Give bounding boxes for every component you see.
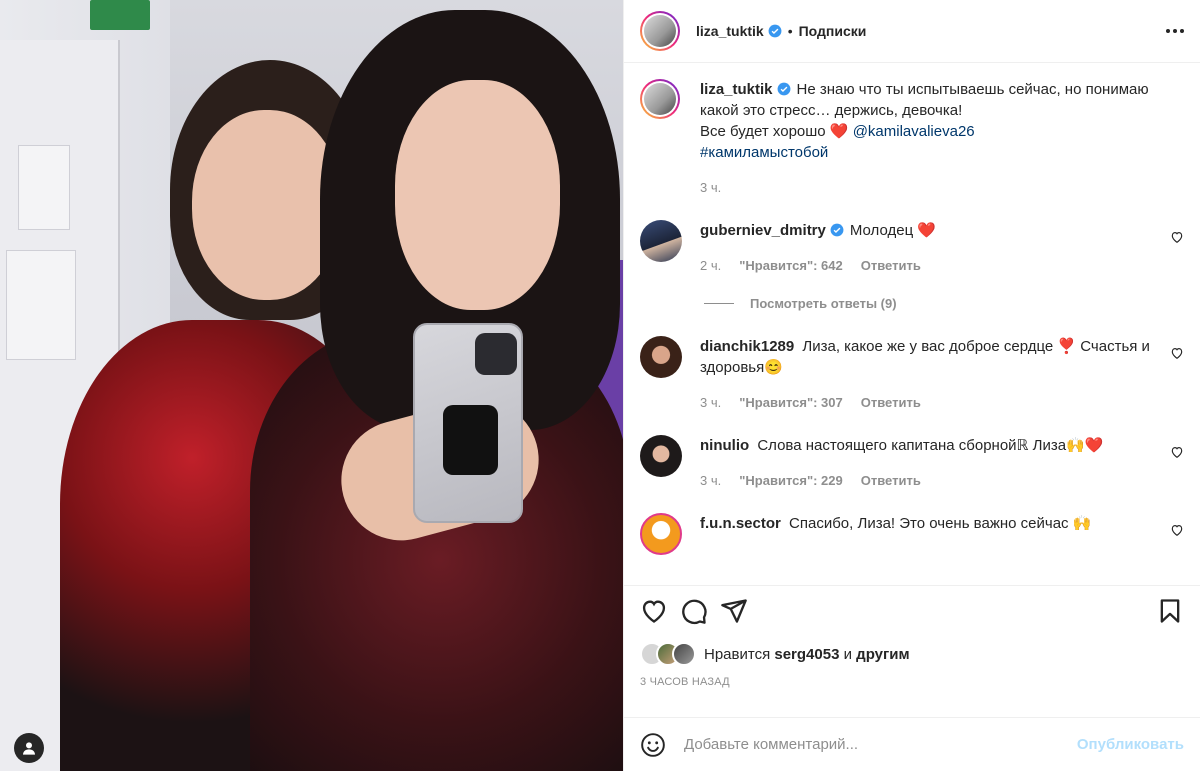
heart-emoji: ❤️ [917, 222, 937, 239]
comment-item: f.u.n.sector Спасибо, Лиза! Это очень ва… [640, 513, 1184, 555]
smartphone [413, 323, 523, 523]
comments-list[interactable]: liza_tuktik Не знаю что ты испытываешь се… [624, 63, 1200, 585]
like-comment-heart-icon[interactable] [1170, 445, 1184, 459]
emoji-smile-icon[interactable] [640, 732, 666, 758]
comment-username[interactable]: ninulio [700, 437, 749, 454]
commenter-avatar[interactable] [640, 513, 682, 555]
comment-likes[interactable]: "Нравится": 229 [739, 470, 843, 491]
comment-time[interactable]: 3 ч. [700, 392, 721, 413]
likes-prefix: Нравится [704, 645, 771, 663]
comment-likes[interactable]: "Нравится": 642 [739, 255, 843, 276]
hashtag-link[interactable]: #камиламыстобой [700, 144, 828, 161]
comment-item: ninulio Слова настоящего капитана сборно… [640, 435, 1184, 491]
post-caption: liza_tuktik Не знаю что ты испытываешь се… [640, 79, 1184, 198]
liker-username[interactable]: serg4053 [774, 646, 839, 663]
add-comment-bar: Опубликовать [624, 717, 1200, 771]
following-button[interactable]: Подписки [799, 23, 867, 39]
author-username[interactable]: liza_tuktik [696, 23, 764, 39]
post-side-panel: liza_tuktik • Подписки liza_tuktik Не зна… [623, 0, 1200, 771]
reply-button[interactable]: Ответить [861, 392, 921, 413]
likes-summary: Нравится serg4053 и другим [640, 640, 1184, 668]
mention-link[interactable]: @kamilavalieva26 [853, 123, 975, 140]
post-actions: Нравится serg4053 и другим 3 ЧАСОВ НАЗАД [624, 585, 1200, 717]
wall-notice [6, 250, 76, 360]
replies-divider [704, 303, 734, 304]
like-comment-heart-icon[interactable] [1170, 230, 1184, 244]
commenter-avatar[interactable] [640, 435, 682, 477]
post-photo[interactable] [0, 0, 623, 771]
like-comment-heart-icon[interactable] [1170, 346, 1184, 360]
person-right-face [395, 80, 560, 310]
reply-button[interactable]: Ответить [861, 255, 921, 276]
view-replies-label: Посмотреть ответы (9) [750, 296, 897, 311]
publish-button[interactable]: Опубликовать [1077, 736, 1184, 753]
reply-button[interactable]: Ответить [861, 470, 921, 491]
save-bookmark-icon[interactable] [1156, 597, 1184, 625]
heart-emoji: ❤️ [829, 123, 849, 140]
post-header: liza_tuktik • Подписки [624, 0, 1200, 63]
liker-avatars[interactable] [640, 642, 696, 666]
caption-time[interactable]: 3 ч. [700, 177, 721, 198]
caption-username[interactable]: liza_tuktik [700, 81, 773, 98]
phone-camera [475, 333, 517, 375]
commenter-avatar[interactable] [640, 220, 682, 262]
more-options-icon[interactable] [1166, 29, 1184, 33]
caption-text: Все будет хорошо [700, 123, 826, 140]
verified-icon [777, 82, 790, 96]
verified-icon [830, 223, 844, 237]
comment-username[interactable]: f.u.n.sector [700, 515, 781, 532]
comment-time[interactable]: 2 ч. [700, 255, 721, 276]
share-paper-plane-icon[interactable] [720, 597, 748, 625]
caption-text: какой это стресс… держись, девочка! [700, 102, 963, 119]
wall-notice [18, 145, 70, 230]
likes-middle: и [843, 645, 852, 663]
comment-text: Спасибо, Лиза! Это очень важно сейчас 🙌 [789, 515, 1092, 532]
caption-text: Не знаю что ты испытываешь сейчас, но по… [796, 81, 1149, 98]
like-comment-heart-icon[interactable] [1170, 523, 1184, 537]
comment-username[interactable]: dianchik1289 [700, 338, 794, 355]
comment-bubble-icon[interactable] [680, 597, 708, 625]
like-heart-icon[interactable] [640, 597, 668, 625]
comment-text: Слова настоящего капитана сборнойℝ Лиза🙌… [757, 437, 1104, 454]
user-icon [23, 742, 35, 755]
comment-item: guberniev_dmitry Молодец ❤️ 2 ч. "Нравитс… [640, 220, 1184, 276]
comment-input[interactable] [684, 736, 1077, 753]
likes-others-link[interactable]: другим [856, 646, 909, 663]
comment-likes[interactable]: "Нравится": 307 [739, 392, 843, 413]
phone-grip [443, 405, 498, 475]
separator-dot: • [787, 23, 793, 39]
author-avatar[interactable] [640, 79, 680, 119]
comment-text: Молодец [849, 222, 914, 239]
commenter-avatar[interactable] [640, 336, 682, 378]
comment-item: dianchik1289 Лиза, какое же у вас доброе… [640, 336, 1184, 413]
author-avatar[interactable] [640, 11, 680, 51]
tagged-users-button[interactable] [14, 733, 44, 763]
comment-username[interactable]: guberniev_dmitry [700, 222, 826, 239]
post-timestamp[interactable]: 3 ЧАСОВ НАЗАД [640, 676, 1184, 688]
background-sign [90, 0, 150, 30]
comment-time[interactable]: 3 ч. [700, 470, 721, 491]
view-replies-button[interactable]: Посмотреть ответы (9) [704, 296, 1184, 311]
verified-icon [768, 24, 782, 38]
